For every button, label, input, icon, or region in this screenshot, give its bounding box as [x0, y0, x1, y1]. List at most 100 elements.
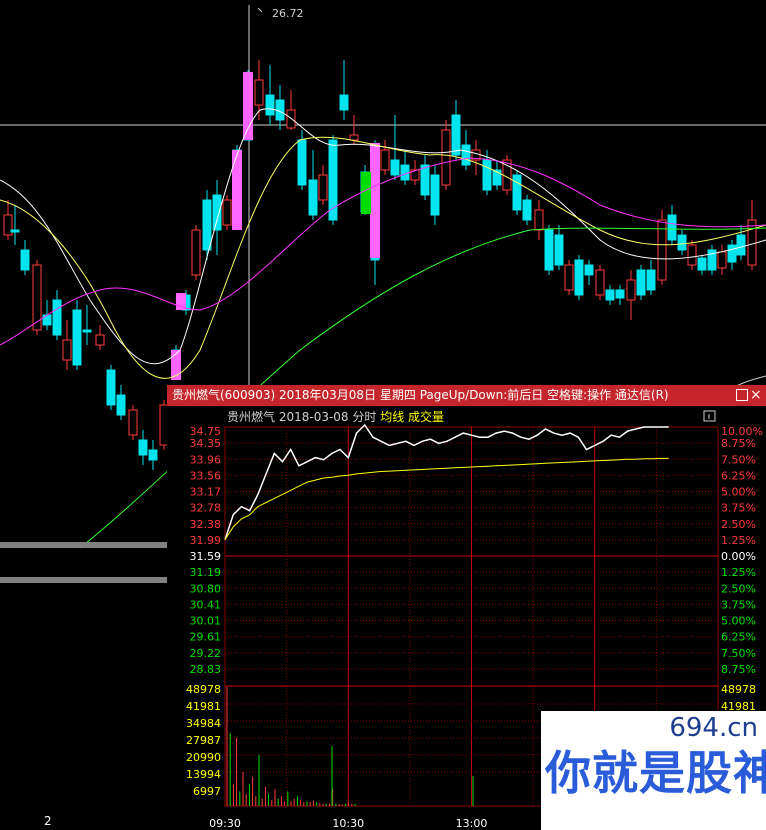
pct-tick-label: 10.00%	[721, 425, 763, 438]
candle-body	[349, 134, 359, 141]
candle-body	[20, 249, 30, 271]
candle-body	[106, 369, 116, 406]
candle-body	[308, 179, 318, 216]
pct-tick-label: 6.25%	[721, 469, 756, 482]
volume-tick-label-right: 48978	[721, 683, 756, 696]
bottom-tab-label[interactable]: 2	[44, 814, 52, 828]
down-candle-green	[361, 172, 371, 214]
popup-titlebar[interactable]: 贵州燃气(600903) 2018年03月08日 星期四 PageUp/Down…	[167, 385, 766, 406]
price-tick-label: 33.17	[190, 486, 222, 499]
pct-tick-label: 5.00%	[721, 486, 756, 499]
price-tick-label: 29.61	[190, 631, 222, 644]
highlight-candle	[370, 143, 380, 258]
time-label: 10:30	[332, 817, 364, 830]
candle-body	[522, 199, 532, 221]
candle-body	[736, 234, 746, 256]
candle-body	[148, 449, 158, 461]
high-marker-label: 26.72	[272, 7, 304, 20]
volume-tick-label: 41981	[186, 700, 221, 713]
pct-tick-label: 1.25%	[721, 566, 756, 579]
candle-body	[595, 269, 605, 296]
price-line	[224, 423, 669, 540]
pct-tick-label: 6.25%	[721, 631, 756, 644]
candle-body	[116, 394, 126, 416]
candle-body	[441, 129, 451, 186]
candle-body	[747, 219, 757, 266]
candle-body	[544, 229, 554, 271]
ma20-line	[0, 157, 766, 346]
candle-body	[605, 289, 615, 301]
time-label: 09:30	[209, 817, 241, 830]
chart-mode: 分时	[352, 410, 380, 424]
candle-body	[265, 94, 275, 116]
divider-bar-upper	[0, 542, 167, 548]
avg-line	[224, 457, 669, 540]
candle-body	[128, 409, 138, 436]
candle-body	[430, 174, 440, 216]
avg-line-label: 均线	[380, 410, 408, 424]
pct-tick-label: 8.75%	[721, 663, 756, 676]
price-tick-label: 33.56	[190, 469, 222, 482]
candle-body	[95, 334, 105, 346]
price-tick-label: 32.38	[190, 518, 222, 531]
candle-body	[584, 264, 594, 276]
volume-tick-label: 20990	[186, 751, 221, 764]
watermark-logo: 694.cn 你就是股神	[541, 711, 766, 830]
candle-body	[222, 199, 232, 226]
candle-body	[52, 299, 62, 336]
candle-body	[138, 439, 148, 456]
candle-body	[400, 164, 410, 181]
price-tick-label: 31.19	[190, 566, 222, 579]
high-marker-tick	[257, 7, 263, 13]
candle-body	[554, 234, 564, 266]
candle-body	[318, 174, 328, 201]
volume-label: 成交量	[408, 409, 444, 424]
highlight-candle	[243, 72, 253, 140]
pct-tick-label: 8.75%	[721, 437, 756, 450]
candle-body	[420, 164, 430, 196]
candle-body	[574, 259, 584, 296]
pct-tick-label: 7.50%	[721, 453, 756, 466]
candle-body	[636, 269, 646, 296]
price-tick-label: 30.01	[190, 615, 222, 628]
price-tick-label: 29.22	[190, 647, 222, 660]
price-tick-label: 34.35	[190, 437, 222, 450]
candle-body	[297, 139, 307, 186]
pct-tick-label: 5.00%	[721, 615, 756, 628]
candle-body	[82, 329, 92, 333]
stock-name: 贵州燃气	[227, 409, 279, 424]
price-tick-label: 32.78	[190, 502, 222, 515]
close-button[interactable]: ×	[750, 385, 762, 406]
candle-body	[254, 79, 264, 106]
candle-body	[667, 214, 677, 241]
chart-date: 2018-03-08	[279, 410, 353, 424]
price-tick-label: 31.99	[190, 534, 222, 547]
candle-body	[626, 279, 636, 301]
candle-body	[615, 289, 625, 299]
maximize-button[interactable]	[736, 389, 748, 401]
divider-bar-lower	[0, 577, 167, 583]
candle-body	[512, 174, 522, 211]
candle-body	[482, 159, 492, 191]
highlight-candle	[232, 150, 242, 230]
price-tick-label: 28.83	[190, 663, 222, 676]
candle-body	[212, 194, 222, 231]
pct-tick-label: 2.50%	[721, 582, 756, 595]
volume-tick-label: 48978	[186, 683, 221, 696]
volume-tick-label: 34984	[186, 717, 221, 730]
pct-tick-label: 3.75%	[721, 598, 756, 611]
candle-body	[564, 264, 574, 291]
volume-tick-label: 6997	[193, 785, 221, 798]
pct-tick-label: 7.50%	[721, 647, 756, 660]
candle-body	[697, 257, 707, 271]
candle-body	[380, 149, 390, 171]
price-tick-label: 31.59	[190, 550, 222, 563]
candle-body	[717, 251, 727, 269]
pct-tick-label: 3.75%	[721, 502, 756, 515]
candle-body	[534, 209, 544, 231]
time-label: 13:00	[456, 817, 488, 830]
pct-tick-label: 2.50%	[721, 518, 756, 531]
candle-body	[677, 234, 687, 251]
candle-body	[390, 159, 400, 176]
chart-header: 贵州燃气 2018-03-08 分时 均线 成交量	[227, 409, 444, 424]
